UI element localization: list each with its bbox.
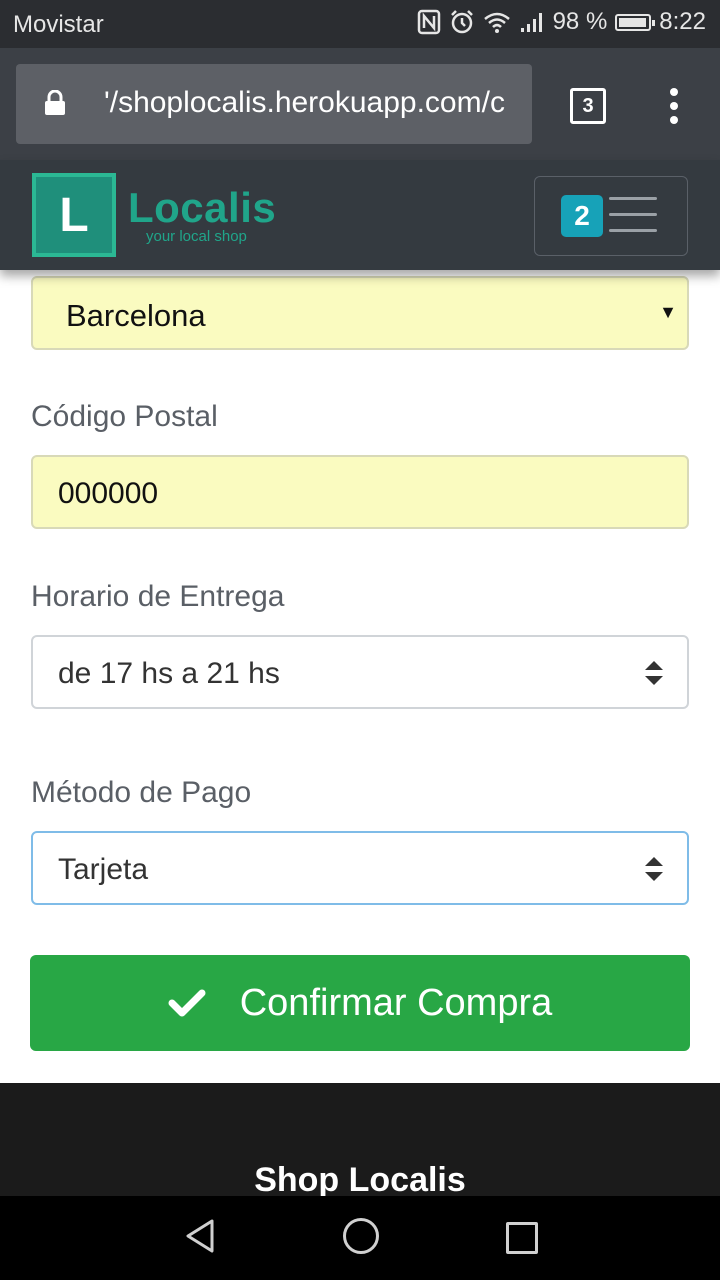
battery-percent: 98 % [552, 8, 608, 35]
url-text: '/shoplocalis.herokuapp.com/c [104, 86, 505, 119]
check-icon [168, 989, 206, 1017]
menu-toggle-button[interactable]: 2 [534, 176, 688, 256]
delivery-schedule-value: de 17 hs a 21 hs [58, 657, 280, 690]
clock: 8:22 [659, 8, 706, 35]
city-select-value: Barcelona [66, 298, 206, 333]
tab-switcher-button[interactable]: 3 [570, 88, 606, 124]
confirm-purchase-label: Confirmar Compra [239, 981, 553, 1024]
postal-code-label: Código Postal [31, 400, 218, 433]
footer-title: Shop Localis [254, 1161, 466, 1196]
wifi-icon [483, 12, 510, 33]
brand-tagline: your local shop [146, 228, 247, 245]
payment-method-label: Método de Pago [31, 776, 252, 809]
nfc-icon [417, 9, 440, 35]
carrier-name: Movistar [13, 11, 104, 38]
brand-name[interactable]: Localis [128, 184, 276, 232]
back-icon[interactable] [184, 1218, 216, 1254]
caret-down-icon: ▼ [659, 302, 677, 322]
alarm-icon [450, 10, 473, 34]
postal-code-value: 000000 [58, 477, 159, 510]
address-bar[interactable]: '/shoplocalis.herokuapp.com/c [16, 64, 532, 144]
select-arrows-icon [645, 857, 663, 881]
confirm-purchase-button[interactable]: Confirmar Compra [30, 955, 690, 1051]
cart-count-badge: 2 [561, 195, 603, 237]
postal-code-input[interactable]: 000000 [31, 455, 689, 529]
payment-method-value: Tarjeta [58, 853, 149, 886]
logo-letter: L [59, 188, 89, 242]
delivery-schedule-select[interactable]: de 17 hs a 21 hs [31, 635, 689, 709]
select-arrows-icon [645, 661, 663, 685]
site-footer: Shop Localis [0, 1083, 720, 1196]
status-icons: 98 % 8:22 [417, 8, 706, 36]
delivery-schedule-label: Horario de Entrega [31, 580, 285, 613]
system-navigation-bar [0, 1196, 720, 1280]
browser-menu-icon[interactable] [664, 88, 684, 124]
status-bar: Movistar 98 % 8:22 [0, 0, 720, 48]
logo[interactable]: L [32, 173, 116, 257]
city-select[interactable]: Barcelona ▼ [31, 276, 689, 350]
recent-apps-icon[interactable] [506, 1222, 538, 1254]
signal-icon [520, 13, 542, 32]
lock-icon [45, 90, 65, 115]
payment-method-select[interactable]: Tarjeta [31, 831, 689, 905]
battery-icon [615, 13, 656, 31]
home-icon[interactable] [343, 1218, 379, 1254]
browser-toolbar: '/shoplocalis.herokuapp.com/c 3 [0, 48, 720, 160]
site-navbar: L Localis your local shop 2 [0, 160, 720, 270]
hamburger-icon [609, 197, 657, 235]
